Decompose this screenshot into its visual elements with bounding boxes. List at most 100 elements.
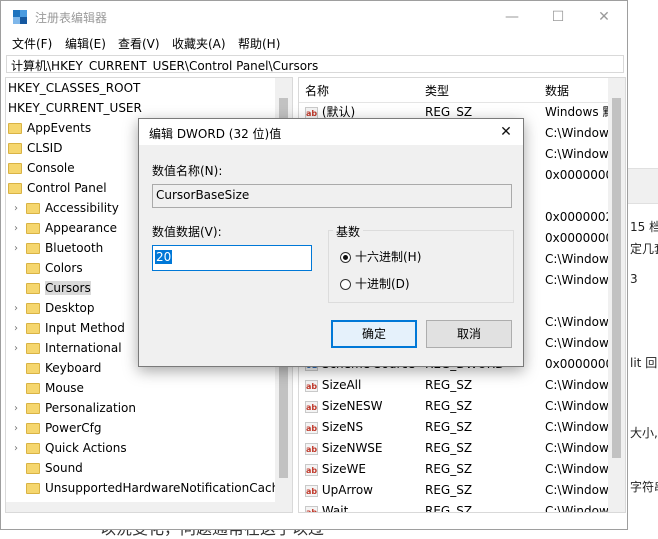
radio-decimal[interactable]: 十进制(D) bbox=[340, 276, 490, 292]
tree-item[interactable]: Keyboard bbox=[14, 358, 101, 378]
menu-edit[interactable]: 编辑(E) bbox=[65, 35, 106, 52]
tree-item[interactable]: › Input Method bbox=[14, 318, 125, 338]
value-data-text: 20 bbox=[155, 250, 173, 264]
tree-item[interactable]: › Quick Actions bbox=[14, 438, 127, 458]
folder-icon bbox=[26, 303, 40, 314]
minimize-button[interactable]: — bbox=[489, 1, 535, 33]
tree-item[interactable]: UnsupportedHardwareNotificationCache bbox=[14, 478, 287, 498]
value-name-field[interactable]: CursorBaseSize bbox=[152, 184, 512, 208]
value-data-input[interactable]: 20 bbox=[152, 245, 312, 271]
chevron-right-icon[interactable]: › bbox=[14, 319, 26, 339]
cancel-button[interactable]: 取消 bbox=[426, 320, 512, 348]
folder-icon bbox=[26, 423, 40, 434]
tree-item[interactable]: Cursors bbox=[14, 278, 91, 298]
radio-selected-icon bbox=[340, 252, 351, 263]
tree-item[interactable]: Console bbox=[8, 158, 75, 178]
chevron-right-icon[interactable]: › bbox=[14, 339, 26, 359]
value-name-cell: ab SizeNWSE bbox=[305, 438, 383, 459]
tree-item[interactable]: › PowerCfg bbox=[14, 418, 102, 438]
column-header-name[interactable]: 名称 bbox=[305, 82, 329, 99]
column-header-data[interactable]: 数据 bbox=[545, 82, 569, 99]
string-value-icon: ab bbox=[305, 106, 318, 119]
tree-horizontal-scrollbar[interactable] bbox=[6, 502, 292, 512]
scrollbar-thumb[interactable] bbox=[612, 98, 621, 458]
list-header: 名称 类型 数据 bbox=[299, 78, 625, 103]
column-header-type[interactable]: 类型 bbox=[425, 82, 449, 99]
list-item[interactable]: ab SizeAll REG_SZ C:\Windows\ bbox=[299, 375, 625, 396]
folder-icon bbox=[8, 163, 22, 174]
tree-item[interactable]: › Bluetooth bbox=[14, 238, 103, 258]
tree-item[interactable]: HKEY_CURRENT_USER bbox=[8, 98, 142, 118]
background-text: lit 回 bbox=[630, 356, 658, 370]
chevron-right-icon[interactable]: › bbox=[14, 299, 26, 319]
close-button[interactable]: ✕ bbox=[581, 1, 627, 33]
chevron-right-icon[interactable]: › bbox=[14, 239, 26, 259]
list-item[interactable]: ab SizeWE REG_SZ C:\Windows\ bbox=[299, 459, 625, 480]
folder-icon bbox=[8, 183, 22, 194]
tree-item[interactable]: › Appearance bbox=[14, 218, 117, 238]
value-data: C:\Windows\ bbox=[545, 441, 611, 455]
title-bar[interactable]: 注册表编辑器 — ☐ ✕ bbox=[1, 1, 627, 33]
string-value-icon: ab bbox=[305, 484, 318, 497]
tree-item[interactable]: Mouse bbox=[14, 378, 84, 398]
base-group bbox=[328, 230, 514, 303]
value-type: REG_SZ bbox=[425, 420, 473, 434]
menu-favorites[interactable]: 收藏夹(A) bbox=[172, 35, 226, 52]
folder-icon bbox=[26, 363, 40, 374]
dialog-title-bar[interactable]: 编辑 DWORD (32 位)值 ✕ bbox=[139, 119, 523, 145]
string-value-icon: ab bbox=[305, 463, 318, 476]
chevron-right-icon[interactable]: › bbox=[14, 219, 26, 239]
tree-item-label: Appearance bbox=[45, 221, 118, 235]
tree-item[interactable]: HKEY_CLASSES_ROOT bbox=[8, 78, 140, 98]
value-type: REG_SZ bbox=[425, 399, 473, 413]
value-data: C:\Windows\ bbox=[545, 378, 611, 392]
address-bar[interactable]: 计算机\HKEY_CURRENT_USER\Control Panel\Curs… bbox=[6, 55, 624, 73]
value-name-cell: ab Wait bbox=[305, 501, 348, 512]
ok-button[interactable]: 确定 bbox=[331, 320, 417, 348]
folder-icon bbox=[26, 223, 40, 234]
radio-hexadecimal[interactable]: 十六进制(H) bbox=[340, 249, 490, 265]
value-data: C:\Windows\ bbox=[545, 483, 611, 497]
folder-icon bbox=[26, 463, 40, 474]
value-name: SizeNS bbox=[321, 420, 364, 434]
tree-item[interactable]: Sound bbox=[14, 458, 83, 478]
list-item[interactable]: ab UpArrow REG_SZ C:\Windows\ bbox=[299, 480, 625, 501]
tree-item[interactable]: Colors bbox=[14, 258, 83, 278]
folder-icon bbox=[26, 323, 40, 334]
tree-item[interactable]: › Accessibility bbox=[14, 198, 119, 218]
radio-dec-label: 十进制(D) bbox=[355, 277, 410, 291]
tree-item-label: Desktop bbox=[45, 301, 95, 315]
tree-item-label: Console bbox=[27, 161, 75, 175]
value-type: REG_SZ bbox=[425, 483, 473, 497]
tree-item[interactable]: › Personalization bbox=[14, 398, 136, 418]
list-item[interactable]: ab Wait REG_SZ C:\Windows\ bbox=[299, 501, 625, 513]
folder-icon bbox=[26, 443, 40, 454]
list-item[interactable]: ab SizeNESW REG_SZ C:\Windows\ bbox=[299, 396, 625, 417]
folder-icon bbox=[26, 283, 40, 294]
value-type: REG_SZ bbox=[425, 378, 473, 392]
list-item[interactable]: ab SizeNS REG_SZ C:\Windows\ bbox=[299, 417, 625, 438]
tree-item-label: Bluetooth bbox=[45, 241, 104, 255]
menu-file[interactable]: 文件(F) bbox=[12, 35, 52, 52]
folder-icon bbox=[26, 383, 40, 394]
dialog-close-icon[interactable]: ✕ bbox=[489, 119, 523, 145]
tree-item[interactable]: › International bbox=[14, 338, 122, 358]
chevron-right-icon[interactable]: › bbox=[14, 419, 26, 439]
tree-item[interactable]: Control Panel bbox=[8, 178, 107, 198]
list-item[interactable]: ab SizeNWSE REG_SZ C:\Windows\ bbox=[299, 438, 625, 459]
list-vertical-scrollbar[interactable] bbox=[608, 78, 625, 512]
tree-item[interactable]: › Desktop bbox=[14, 298, 95, 318]
tree-item-label: Personalization bbox=[45, 401, 136, 415]
chevron-right-icon[interactable]: › bbox=[14, 399, 26, 419]
chevron-right-icon[interactable]: › bbox=[14, 439, 26, 459]
chevron-right-icon[interactable]: › bbox=[14, 199, 26, 219]
tree-item[interactable]: AppEvents bbox=[8, 118, 91, 138]
menu-view[interactable]: 查看(V) bbox=[118, 35, 160, 52]
tree-item[interactable]: CLSID bbox=[8, 138, 62, 158]
value-data: C:\Windows\ bbox=[545, 504, 611, 513]
value-data: C:\Windows\ bbox=[545, 462, 611, 476]
value-data-label: 数值数据(V): bbox=[152, 225, 222, 239]
maximize-button[interactable]: ☐ bbox=[535, 1, 581, 33]
menu-help[interactable]: 帮助(H) bbox=[238, 35, 280, 52]
edit-dword-dialog: 编辑 DWORD (32 位)值 ✕ 数值名称(N): CursorBaseSi… bbox=[138, 118, 524, 367]
